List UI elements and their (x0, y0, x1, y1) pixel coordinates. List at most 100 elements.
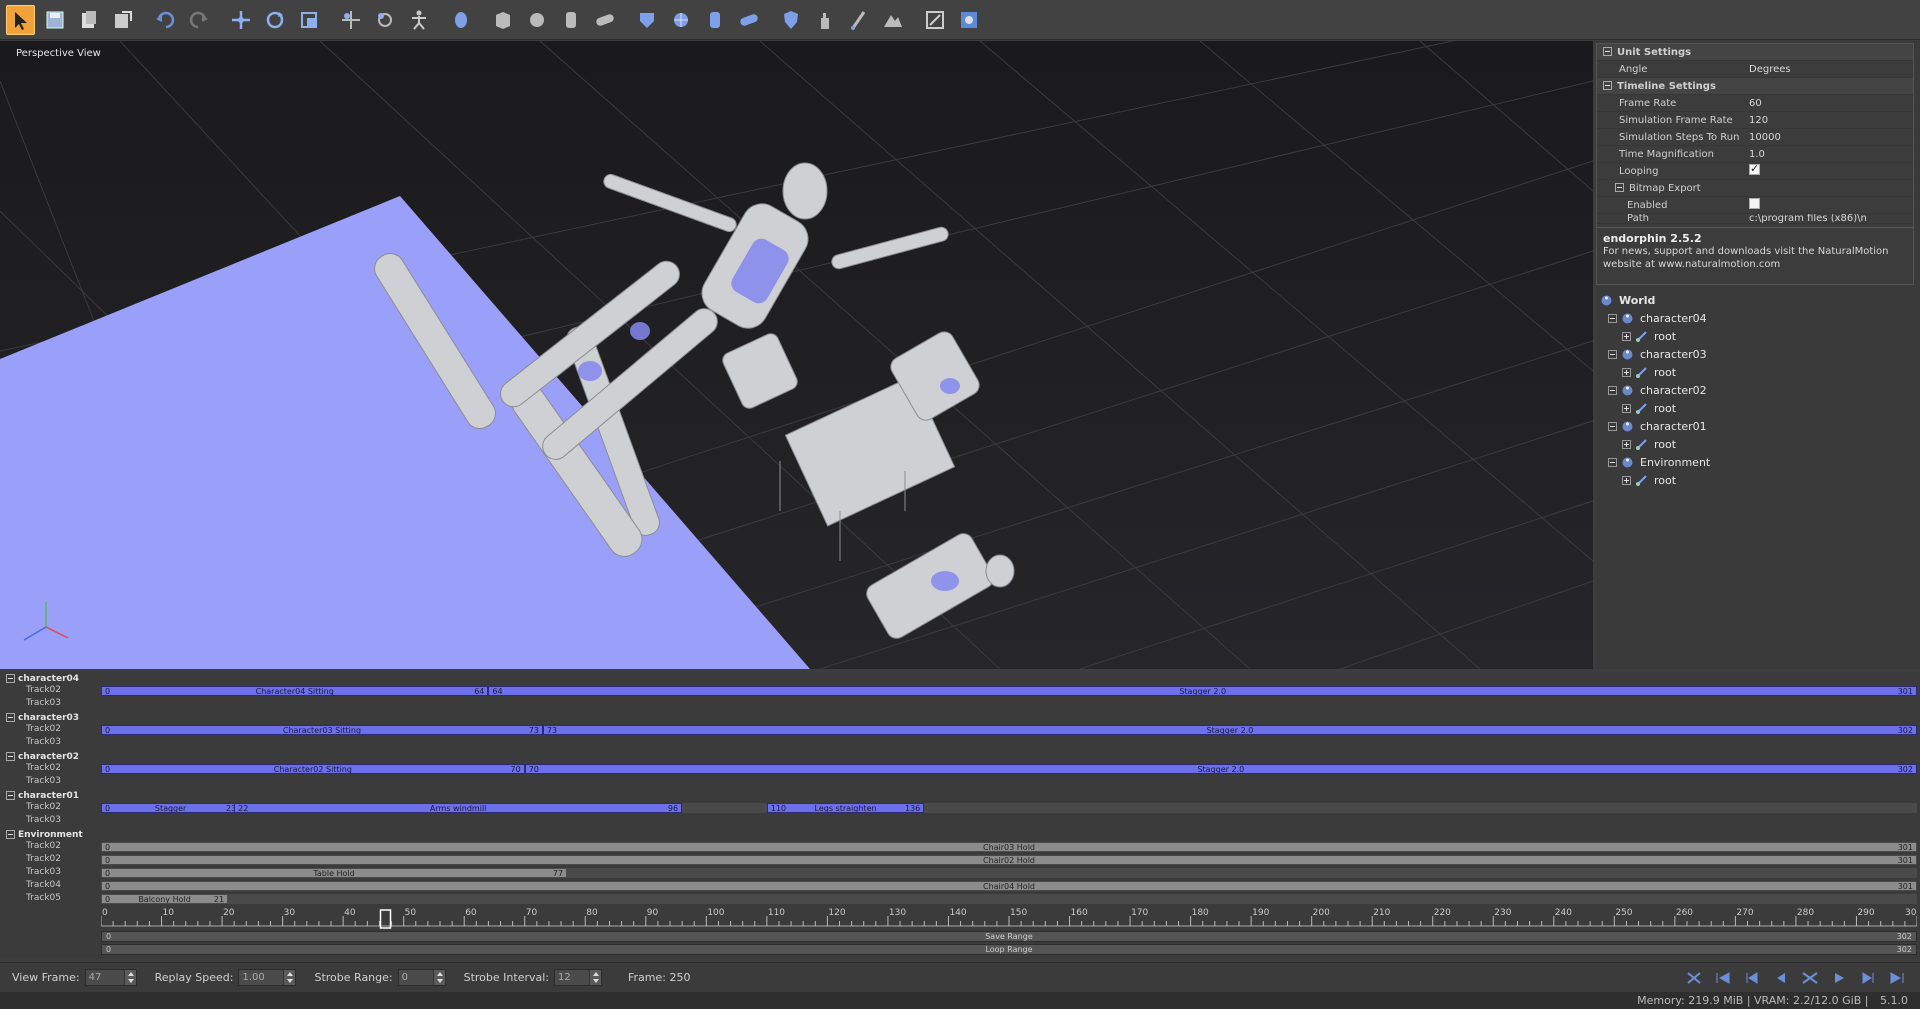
expand-icon[interactable] (1622, 475, 1631, 485)
play-button[interactable] (1828, 969, 1850, 987)
property-row[interactable]: Simulation Frame Rate 120 (1597, 112, 1913, 129)
collapse-icon[interactable] (1608, 385, 1617, 395)
collapse-icon[interactable] (6, 674, 15, 683)
mountain-button[interactable] (878, 5, 907, 35)
path-property[interactable]: Path c:\program files (x86)\n (1597, 214, 1913, 224)
timeline-clip[interactable]: 70 Stagger 2.0 302 (524, 764, 1917, 774)
timeline-clip[interactable]: 110 Legs straighten 136 (766, 803, 925, 813)
collapse-icon[interactable] (1608, 349, 1617, 359)
save-range-bar[interactable]: 0 Save Range 302 (101, 931, 1917, 942)
timeline-track[interactable]: Track02 0 Chair02 Hold 301 (0, 854, 1920, 866)
collapse-icon[interactable] (1603, 47, 1612, 56)
playhead[interactable] (379, 909, 392, 929)
close-loop-button[interactable] (1683, 969, 1705, 987)
loop-range-bar[interactable]: 0 Loop Range 302 (101, 944, 1917, 955)
timeline-settings-header[interactable]: Timeline Settings (1597, 78, 1913, 95)
angle-property[interactable]: Angle Degrees (1597, 61, 1913, 78)
move-button[interactable] (226, 5, 255, 35)
ping-pong-button[interactable] (1799, 969, 1821, 987)
tree-node-character01[interactable]: character01 (1600, 417, 1916, 435)
looping-property[interactable]: Looping (1597, 162, 1913, 180)
settings-button[interactable] (954, 5, 983, 35)
timeline-track[interactable]: Track02 0 Character03 Sitting 73 73 Stagger 2… (0, 724, 1920, 736)
replay-speed-spinner[interactable]: 1.00 (238, 969, 297, 986)
property-row[interactable]: Simulation Steps To Run 10000 (1597, 129, 1913, 146)
enabled-property[interactable]: Enabled (1597, 197, 1913, 214)
brush-button[interactable] (844, 5, 873, 35)
collapse-icon[interactable] (6, 752, 15, 761)
timeline-track[interactable]: Track02 0 Character04 Sitting 64 64 Stagger 2… (0, 685, 1920, 697)
timeline-track[interactable]: Track03 (0, 698, 1920, 710)
timeline-track[interactable]: Track02 0 Chair03 Hold 301 (0, 841, 1920, 853)
property-row[interactable]: Time Magnification 1.0 (1597, 146, 1913, 163)
timeline-clip[interactable]: 73 Stagger 2.0 302 (542, 725, 1917, 735)
tree-node-root[interactable]: root (1600, 435, 1916, 453)
bitmap-export-header[interactable]: Bitmap Export (1597, 180, 1913, 197)
timeline-clip[interactable]: 0 Chair02 Hold 301 (101, 855, 1917, 865)
timeline-clip[interactable]: 0 Table Hold 77 (101, 868, 568, 878)
collapse-icon[interactable] (1603, 81, 1612, 90)
redo-button[interactable] (184, 5, 213, 35)
collapse-icon[interactable] (6, 830, 15, 839)
enabled-checkbox[interactable] (1749, 198, 1760, 209)
prev-key-button[interactable] (1741, 969, 1763, 987)
undo-button[interactable] (150, 5, 179, 35)
tree-node-character02[interactable]: character02 (1600, 381, 1916, 399)
head-button[interactable] (446, 5, 475, 35)
expand-icon[interactable] (1622, 331, 1631, 341)
tree-node-root[interactable]: root (1600, 471, 1916, 489)
unit-settings-header[interactable]: Unit Settings (1597, 44, 1913, 61)
joint-rotate-button[interactable] (370, 5, 399, 35)
timeline-clip[interactable]: 0 Character02 Sitting 70 (101, 764, 525, 774)
shield-capsule-button[interactable] (734, 5, 763, 35)
expand-icon[interactable] (1622, 439, 1631, 449)
perspective-viewport[interactable]: Perspective View (0, 41, 1593, 669)
timeline-track[interactable]: Track03 0 Table Hold 77 (0, 867, 1920, 879)
timeline-track[interactable]: Track04 0 Chair04 Hold 301 (0, 880, 1920, 892)
hand-button[interactable] (810, 5, 839, 35)
property-row[interactable]: Frame Rate 60 (1597, 95, 1913, 112)
timeline-clip[interactable]: 0 Character04 Sitting 64 (101, 686, 489, 696)
rotate-button[interactable] (260, 5, 289, 35)
export-button[interactable] (108, 5, 137, 35)
collapse-icon[interactable] (1608, 313, 1617, 323)
shield-cylinder-button[interactable] (700, 5, 729, 35)
timeline-track[interactable]: Track02 0 Stagger 23 22 Arms windmill 96 110 Leg… (0, 802, 1920, 814)
scale-button[interactable] (294, 5, 323, 35)
collapse-icon[interactable] (1615, 183, 1624, 192)
collapse-icon[interactable] (1608, 457, 1617, 467)
timeline-clip[interactable]: 0 Character03 Sitting 73 (101, 725, 543, 735)
collapse-icon[interactable] (6, 791, 15, 800)
view-frame-spinner[interactable]: 47 (84, 969, 137, 986)
timeline-clip[interactable]: 0 Chair03 Hold 301 (101, 842, 1917, 852)
select-button[interactable] (6, 4, 35, 35)
timeline-clip[interactable]: 0 Chair04 Hold 301 (101, 881, 1917, 891)
open-button[interactable] (74, 5, 103, 35)
tree-node-environment[interactable]: Environment (1600, 453, 1916, 471)
timeline-track[interactable]: Track03 (0, 737, 1920, 749)
tree-node-root[interactable]: root (1600, 363, 1916, 381)
timeline-clip[interactable]: 0 Balcony Hold 21 (101, 894, 229, 904)
collapse-icon[interactable] (6, 713, 15, 722)
shield-button[interactable] (776, 5, 805, 35)
strobe-range-spinner[interactable]: 0 (397, 969, 446, 986)
joint-move-button[interactable] (336, 5, 365, 35)
strobe-interval-spinner[interactable]: 12 (554, 969, 602, 986)
tree-node-character03[interactable]: character03 (1600, 345, 1916, 363)
sphere-button[interactable] (522, 5, 551, 35)
tree-node-root[interactable]: root (1600, 399, 1916, 417)
box-button[interactable] (488, 5, 517, 35)
collapse-icon[interactable] (1608, 421, 1617, 431)
looping-checkbox[interactable] (1749, 162, 1760, 175)
step-back-button[interactable] (1770, 969, 1792, 987)
shield-box-button[interactable] (632, 5, 661, 35)
timeline-track[interactable]: Track02 0 Character02 Sitting 70 70 Stagger 2… (0, 763, 1920, 775)
tree-world[interactable]: World (1600, 291, 1916, 309)
timeline-track[interactable]: Track03 (0, 815, 1920, 827)
timeline-track[interactable]: Track05 0 Balcony Hold 21 (0, 893, 1920, 905)
timeline-clip[interactable]: 22 Arms windmill 96 (234, 803, 683, 813)
expand-icon[interactable] (1622, 367, 1631, 377)
last-frame-button[interactable] (1886, 969, 1908, 987)
expand-icon[interactable] (1622, 403, 1631, 413)
timeline-track[interactable]: Track03 (0, 776, 1920, 788)
